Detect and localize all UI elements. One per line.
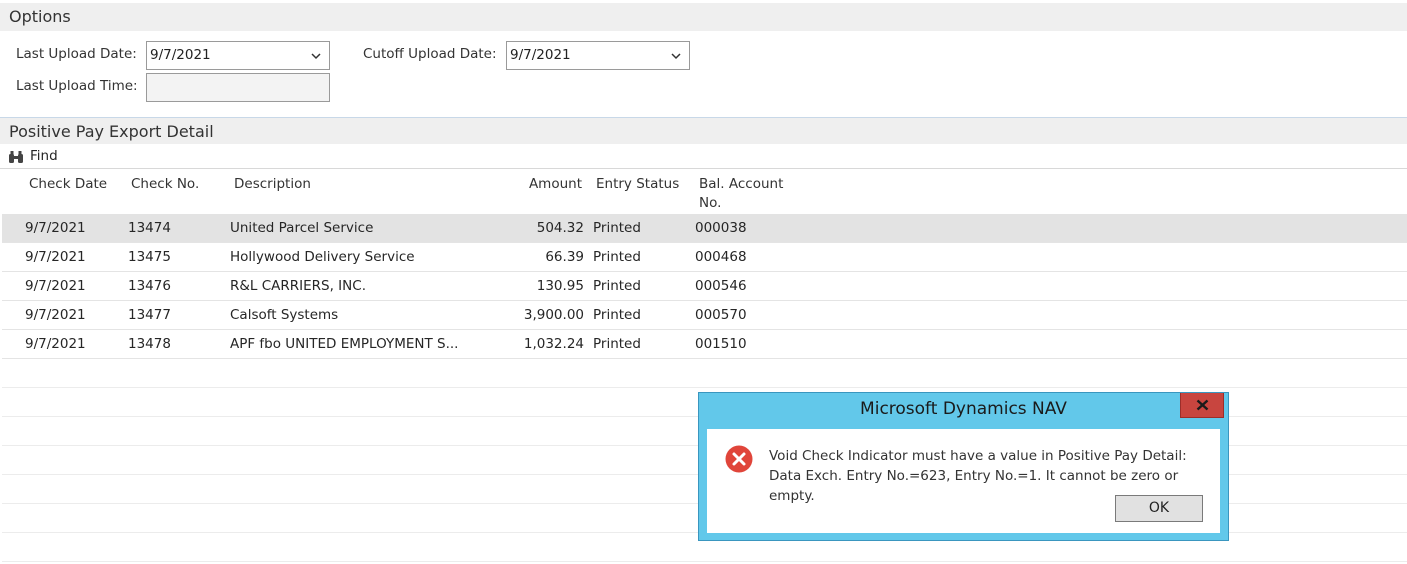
- cell-amount: 3,900.00: [523, 307, 584, 323]
- column-header-check-no[interactable]: Check No.: [131, 175, 199, 194]
- empty-row-divider: [2, 561, 1407, 562]
- column-header-description[interactable]: Description: [234, 175, 311, 194]
- ok-button[interactable]: OK: [1115, 495, 1203, 522]
- cell-entry-status: Printed: [593, 336, 641, 352]
- last-upload-time-field: [146, 73, 330, 102]
- close-button[interactable]: [1180, 393, 1224, 418]
- last-upload-date-label: Last Upload Date:: [16, 46, 137, 62]
- close-icon: [1196, 399, 1209, 411]
- cell-check-date: 9/7/2021: [25, 249, 86, 265]
- column-header-entry-status[interactable]: Entry Status: [596, 175, 679, 194]
- column-header-amount[interactable]: Amount: [500, 175, 582, 194]
- positive-pay-export-detail-header[interactable]: Positive Pay Export Detail: [0, 117, 1407, 144]
- table-row[interactable]: 9/7/2021 13478 APF fbo UNITED EMPLOYMENT…: [2, 330, 1407, 359]
- cell-amount: 66.39: [545, 249, 584, 265]
- cell-description: Calsoft Systems: [230, 307, 339, 323]
- cell-check-no: 13474: [128, 220, 171, 236]
- chevron-down-icon[interactable]: [311, 51, 321, 61]
- cell-check-date: 9/7/2021: [25, 220, 86, 236]
- column-header-bal-account-no[interactable]: Bal. Account No.: [699, 175, 783, 213]
- cell-bal-account: 000546: [695, 278, 747, 294]
- options-section-header[interactable]: Options: [0, 3, 1407, 31]
- last-upload-time-label: Last Upload Time:: [16, 78, 138, 94]
- error-dialog: Microsoft Dynamics NAV Void Check Indica…: [698, 392, 1229, 541]
- cell-amount: 1,032.24: [523, 336, 584, 352]
- cell-bal-account: 000038: [695, 220, 747, 236]
- cell-entry-status: Printed: [593, 307, 641, 323]
- cell-entry-status: Printed: [593, 249, 641, 265]
- cell-description: United Parcel Service: [230, 220, 374, 236]
- cell-description: R&L CARRIERS, INC.: [230, 278, 366, 294]
- cell-bal-account: 000570: [695, 307, 747, 323]
- cell-amount: 504.32: [536, 220, 584, 236]
- cell-entry-status: Printed: [593, 220, 641, 236]
- cell-check-no: 13478: [128, 336, 171, 352]
- cell-description: Hollywood Delivery Service: [230, 249, 415, 265]
- chevron-down-icon[interactable]: [671, 51, 681, 61]
- cell-bal-account: 001510: [695, 336, 747, 352]
- last-upload-date-value: 9/7/2021: [150, 47, 211, 63]
- cell-bal-account: 000468: [695, 249, 747, 265]
- table-row[interactable]: 9/7/2021 13476 R&L CARRIERS, INC. 130.95…: [2, 272, 1407, 301]
- column-header-bal-account-line1: Bal. Account: [699, 176, 784, 192]
- find-button[interactable]: Find: [30, 148, 58, 164]
- cutoff-upload-date-value: 9/7/2021: [510, 47, 571, 63]
- cell-check-date: 9/7/2021: [25, 307, 86, 323]
- cutoff-upload-date-field[interactable]: 9/7/2021: [506, 41, 690, 70]
- table-row[interactable]: 9/7/2021 13477 Calsoft Systems 3,900.00 …: [2, 301, 1407, 330]
- cell-check-no: 13476: [128, 278, 171, 294]
- cell-check-no: 13475: [128, 249, 171, 265]
- column-header-bal-account-line2: No.: [699, 195, 722, 211]
- table-row[interactable]: 9/7/2021 13474 United Parcel Service 504…: [2, 214, 1407, 243]
- binoculars-icon[interactable]: [8, 150, 24, 164]
- empty-row-divider: [2, 387, 1407, 388]
- cell-amount: 130.95: [536, 278, 584, 294]
- cell-check-no: 13477: [128, 307, 171, 323]
- cell-description: APF fbo UNITED EMPLOYMENT S...: [230, 336, 459, 352]
- error-icon: [725, 445, 753, 473]
- dialog-body: Void Check Indicator must have a value i…: [707, 429, 1220, 533]
- cell-check-date: 9/7/2021: [25, 278, 86, 294]
- cell-check-date: 9/7/2021: [25, 336, 86, 352]
- find-toolbar: Find: [0, 145, 1407, 169]
- cell-entry-status: Printed: [593, 278, 641, 294]
- cutoff-upload-date-label: Cutoff Upload Date:: [363, 46, 497, 62]
- dialog-title: Microsoft Dynamics NAV: [860, 399, 1067, 419]
- column-header-check-date[interactable]: Check Date: [29, 175, 107, 194]
- table-row[interactable]: 9/7/2021 13475 Hollywood Delivery Servic…: [2, 243, 1407, 272]
- last-upload-date-field[interactable]: 9/7/2021: [146, 41, 330, 70]
